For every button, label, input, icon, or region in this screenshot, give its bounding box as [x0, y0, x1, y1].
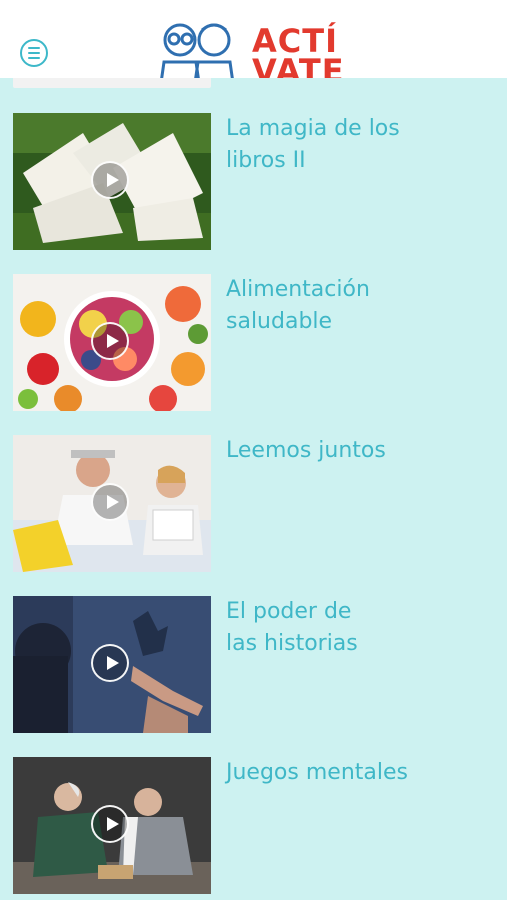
play-icon[interactable] [91, 322, 129, 360]
play-icon[interactable] [91, 161, 129, 199]
video-list: La magia de los libros II Alimentación s… [0, 78, 507, 900]
video-thumbnail[interactable] [13, 274, 211, 411]
item-title[interactable]: Juegos mentales [226, 757, 496, 789]
list-item[interactable]: La magia de los libros II [0, 113, 507, 251]
logo-wordmark: ACTÍ VATE [252, 22, 345, 78]
video-thumbnail[interactable] [13, 113, 211, 250]
item-title[interactable]: Leemos juntos [226, 435, 496, 467]
app-header: ACTÍ VATE [0, 0, 507, 78]
logo-figures-icon [160, 23, 234, 78]
list-item[interactable]: Leemos juntos [0, 435, 507, 573]
video-thumbnail[interactable] [13, 757, 211, 894]
play-icon[interactable] [91, 644, 129, 682]
list-item[interactable]: Juegos mentales [0, 757, 507, 895]
video-thumbnail[interactable] [13, 435, 211, 572]
list-item[interactable]: Alimentación saludable [0, 274, 507, 412]
activate-logo[interactable]: ACTÍ VATE [152, 20, 362, 78]
play-icon[interactable] [91, 805, 129, 843]
video-thumbnail[interactable] [13, 596, 211, 733]
item-title[interactable]: Alimentación saludable [226, 274, 496, 338]
previous-item-thumbnail[interactable] [13, 78, 211, 88]
play-icon[interactable] [91, 483, 129, 521]
item-title[interactable]: La magia de los libros II [226, 113, 496, 177]
item-title[interactable]: El poder de las historias [226, 596, 496, 660]
list-item[interactable]: El poder de las historias [0, 596, 507, 734]
hamburger-menu-icon[interactable] [20, 39, 48, 67]
